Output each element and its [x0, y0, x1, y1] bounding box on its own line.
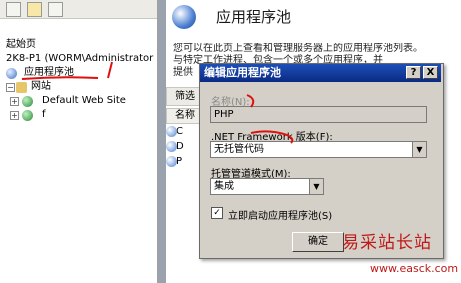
splitter[interactable] [158, 0, 166, 283]
autostart-checkbox[interactable]: ✓ [211, 207, 223, 219]
list-item-label: D [176, 141, 184, 152]
expand-icon[interactable]: + [10, 97, 19, 106]
app-pool-icon [166, 156, 177, 167]
tree-item-label: Default Web Site [42, 95, 126, 106]
red-annotation-underline [21, 61, 113, 80]
globe-icon [22, 110, 33, 121]
app-pool-icon [166, 126, 177, 137]
red-annotation-marks [246, 94, 294, 144]
list-item[interactable]: C [166, 125, 183, 138]
list-item-label: C [176, 126, 183, 137]
watermark-url: www.easck.com [370, 262, 459, 275]
tree-item-label: f [42, 109, 46, 120]
ok-button[interactable]: 确定 [292, 232, 344, 252]
list-item[interactable]: P [166, 155, 182, 168]
list-item[interactable]: D [166, 140, 184, 153]
pipeline-mode-select[interactable]: 集成 ▼ [210, 178, 324, 195]
chevron-down-icon[interactable]: ▼ [309, 179, 323, 194]
tree-item-f[interactable]: + f [10, 108, 70, 122]
pipeline-mode-value: 集成 [214, 181, 234, 192]
description-line: 您可以在此页上查看和管理服务器上的应用程序池列表。 [173, 43, 423, 54]
globe-icon [22, 96, 33, 107]
expand-icon[interactable]: + [10, 111, 19, 120]
tree-item-default-web-site[interactable]: + Default Web Site [10, 94, 150, 108]
app-pool-icon [172, 5, 196, 29]
autostart-label: 立即启动应用程序池(S) [228, 211, 333, 222]
app-pool-icon [166, 141, 177, 152]
page-title: 应用程序池 [216, 8, 292, 26]
watermark-text: 易采站长站 [342, 233, 432, 253]
